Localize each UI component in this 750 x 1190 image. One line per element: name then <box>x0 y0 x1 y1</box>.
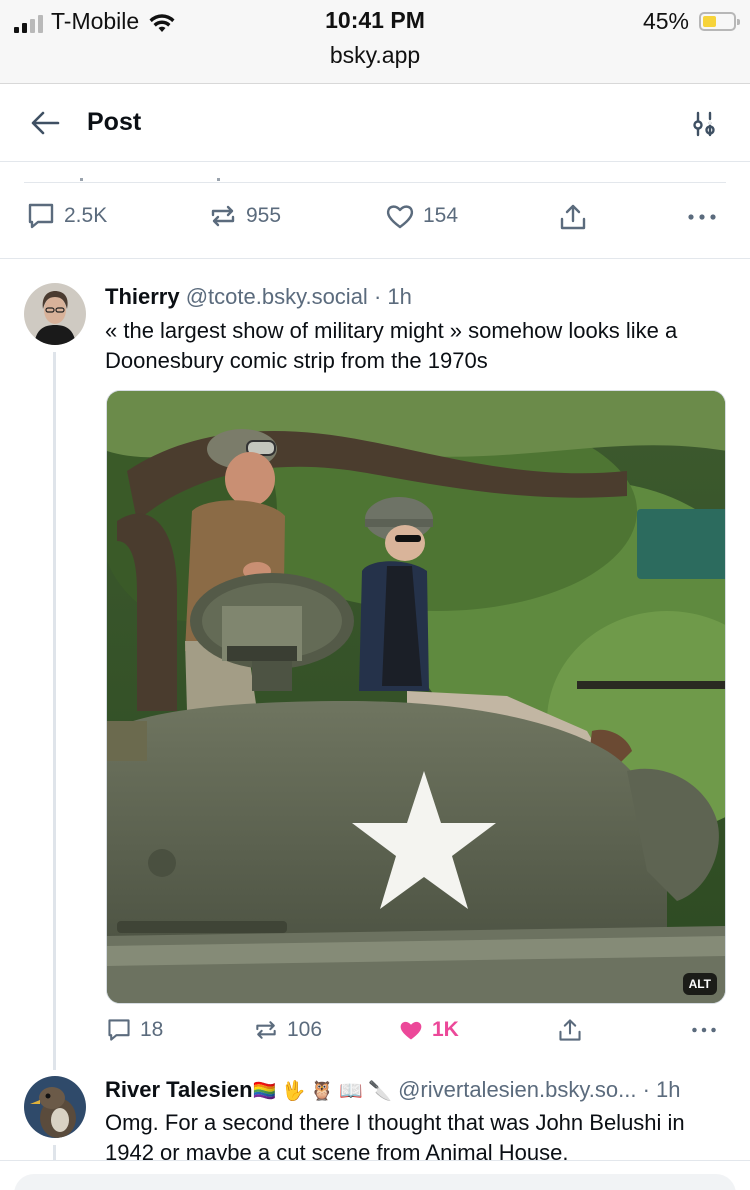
ios-status-bar: T-Mobile 10:41 PM bsky.app 45% <box>0 0 750 84</box>
reply-count: 2.5K <box>64 204 108 227</box>
post-text: « the largest show of military might » s… <box>105 318 678 373</box>
more-options-button[interactable] <box>686 202 718 232</box>
avatar-image <box>24 283 86 345</box>
like-button[interactable]: 1K <box>398 1017 459 1043</box>
post-header: River Talesien🏳️‍🌈 🖖 🦉 📖 🔪 @rivertalesie… <box>105 1077 680 1103</box>
divider <box>0 258 750 259</box>
avatar[interactable] <box>24 1076 86 1138</box>
repost-count: 955 <box>246 204 282 227</box>
page-title: Post <box>87 108 142 136</box>
sliders-icon[interactable] <box>690 110 718 138</box>
repost-button[interactable]: 955 <box>208 202 281 230</box>
post-header: Thierry @tcote.bsky.social · 1h <box>105 284 412 310</box>
arrow-left-icon[interactable] <box>30 110 60 136</box>
comment-icon <box>108 1019 130 1041</box>
reply-button[interactable]: 2.5K <box>26 202 107 230</box>
reply-composer-input[interactable] <box>14 1174 736 1190</box>
repost-button[interactable]: 106 <box>253 1017 322 1043</box>
like-button[interactable]: 154 <box>385 202 458 230</box>
divider <box>24 182 726 183</box>
post-time[interactable]: · 1h <box>643 1077 681 1102</box>
thread-line <box>53 1145 56 1160</box>
share-button[interactable] <box>558 202 588 232</box>
more-options-button[interactable] <box>690 1017 718 1043</box>
battery-icon <box>699 12 740 31</box>
post-time[interactable]: · 1h <box>374 284 412 309</box>
share-icon <box>559 1019 581 1041</box>
reply-button[interactable]: 18 <box>106 1017 163 1043</box>
thread-line <box>53 352 56 1070</box>
reply-count: 18 <box>140 1018 164 1041</box>
battery-status: 45% <box>642 8 740 35</box>
repost-icon <box>256 1021 276 1039</box>
clock: 10:41 PM <box>325 7 425 33</box>
heart-filled-icon <box>400 1021 422 1040</box>
tank-photo <box>107 391 725 1003</box>
author-name[interactable]: River Talesien <box>105 1077 253 1102</box>
comment-icon <box>28 203 54 229</box>
like-count: 1K <box>432 1018 459 1041</box>
browser-url[interactable]: bsky.app <box>0 42 750 69</box>
page-header: Post <box>0 84 750 162</box>
post-text: Omg. For a second there I thought that w… <box>105 1110 685 1160</box>
post-image[interactable]: ALT <box>106 390 726 1004</box>
author-handle[interactable]: @rivertalesien.bsky.so... <box>398 1077 636 1102</box>
repost-icon <box>211 205 235 227</box>
hawk-avatar-image <box>24 1076 86 1138</box>
share-icon <box>560 204 586 230</box>
like-count: 154 <box>423 204 459 227</box>
alt-text-badge[interactable]: ALT <box>682 973 717 995</box>
author-handle[interactable]: @tcote.bsky.social <box>186 284 368 309</box>
more-dots-icon <box>692 1027 716 1033</box>
battery-percent: 45% <box>642 8 689 34</box>
more-dots-icon <box>688 214 716 220</box>
repost-count: 106 <box>287 1018 323 1041</box>
avatar[interactable] <box>24 283 86 345</box>
share-button[interactable] <box>557 1017 583 1043</box>
heart-icon <box>386 205 414 229</box>
name-emoji: 🏳️‍🌈 🖖 🦉 📖 🔪 <box>252 1081 392 1102</box>
author-name[interactable]: Thierry <box>105 284 180 309</box>
